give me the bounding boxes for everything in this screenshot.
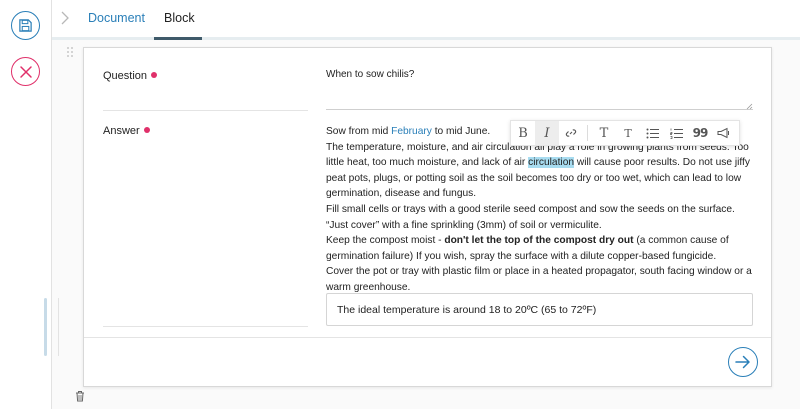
card-footer-divider [84, 337, 771, 338]
save-icon [19, 19, 32, 32]
quote-button[interactable]: 99 [688, 121, 712, 145]
answer-editor[interactable]: Sow from mid February to mid June. The t… [326, 124, 758, 296]
callout-block[interactable]: The ideal temperature is around 18 to 20… [326, 293, 753, 326]
link-button[interactable] [559, 121, 583, 145]
selected-text[interactable]: circulation [528, 157, 575, 169]
bold-button[interactable]: B [511, 121, 535, 145]
toolbar-divider [587, 125, 588, 141]
tab-document[interactable]: Document [88, 11, 145, 25]
block-selection-indicator [44, 298, 47, 356]
numbered-list-button[interactable] [664, 121, 688, 145]
trash-icon[interactable] [75, 390, 85, 402]
close-icon [19, 65, 32, 78]
italic-button[interactable]: I [535, 121, 559, 145]
answer-link[interactable]: February [391, 126, 432, 137]
drag-handle-icon[interactable] [66, 46, 74, 58]
answer-paragraph: Keep the compost moist - don't let the t… [326, 235, 729, 262]
callout-button[interactable] [712, 121, 736, 145]
bold-text: don't let the top of the compost dry out [444, 235, 634, 247]
block-divider [58, 298, 59, 356]
close-button[interactable] [11, 57, 40, 86]
required-indicator [143, 127, 150, 133]
answer-paragraph: The temperature, moisture, and air circu… [326, 141, 750, 200]
answer-label: Answer [103, 125, 150, 137]
next-button[interactable] [728, 347, 758, 377]
question-input[interactable]: When to sow chilis? [326, 66, 753, 110]
bullet-list-button[interactable] [640, 121, 664, 145]
required-indicator [151, 72, 158, 78]
field-divider [103, 326, 308, 327]
answer-paragraph: Fill small cells or trays with a good st… [326, 203, 735, 231]
bullet-list-icon [646, 128, 659, 138]
heading-small-button[interactable]: T [616, 121, 640, 145]
numbered-list-icon [669, 128, 683, 139]
question-label: Question [103, 70, 158, 82]
chevron-right-icon[interactable] [60, 10, 70, 26]
link-icon [565, 129, 577, 137]
heading-large-button[interactable]: T [592, 121, 616, 145]
arrow-right-icon [735, 355, 750, 369]
formatting-toolbar: B I T T 99 [510, 120, 740, 146]
megaphone-icon [717, 127, 729, 139]
field-divider [103, 110, 308, 111]
save-button[interactable] [11, 11, 40, 40]
tab-block[interactable]: Block [164, 11, 195, 25]
answer-paragraph: Cover the pot or tray with plastic film … [326, 266, 752, 293]
resize-grip-icon[interactable] [746, 103, 753, 110]
